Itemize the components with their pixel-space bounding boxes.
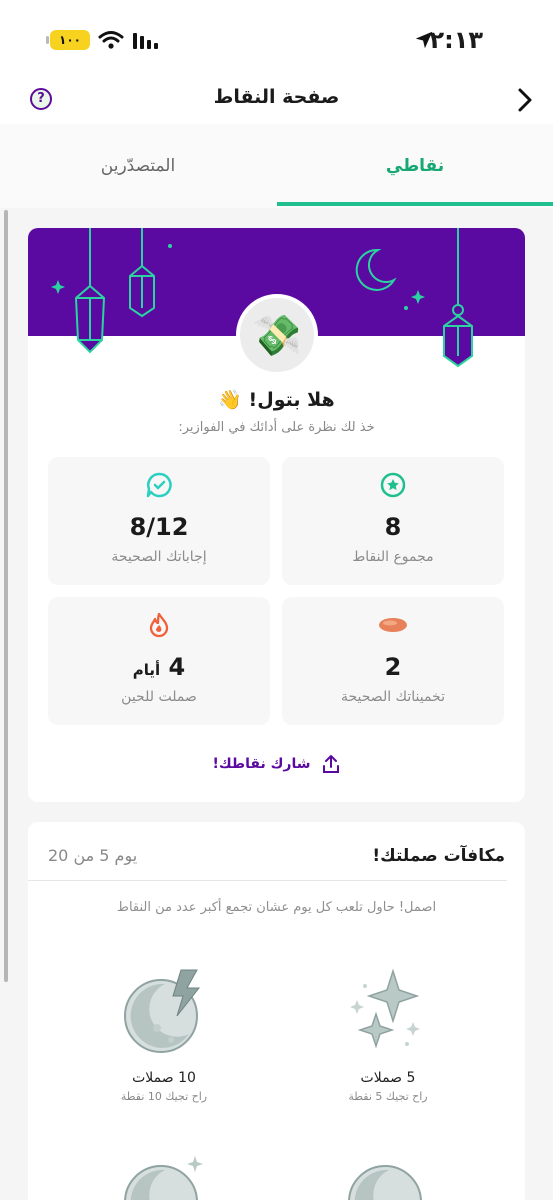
scrollbar[interactable]	[4, 210, 8, 982]
tab-leaderboard[interactable]: المتصدّرين	[0, 124, 276, 208]
stat-streak: 4 أيام صملت للحين	[48, 597, 270, 725]
day-progress: يوم 5 من 20	[48, 846, 138, 865]
greeting-text: هلا بتول! 👋	[218, 389, 335, 411]
sparkles-icon	[350, 968, 420, 1049]
top-navbar: صفحة النقاط ?	[0, 78, 553, 124]
points-summary-card: 💸 هلا بتول! 👋 خذ لك نظرة على أدائك في ال…	[28, 228, 525, 802]
reward-item: 5 صملات راح تجيك 5 نقطة	[303, 966, 473, 1103]
stat-label: مجموع النقاط	[352, 549, 434, 565]
stat-value: 8	[384, 513, 402, 541]
battery-indicator: ١٠٠	[46, 30, 90, 50]
stat-value-number: 4	[168, 653, 186, 681]
share-label: شارك نقاطك!	[212, 756, 311, 772]
moon-sparkle-icon	[124, 1156, 203, 1200]
greeting-subtitle: خذ لك نظرة على أدائك في الفوازير:	[178, 420, 375, 435]
reward-desc: راح تجيك 10 نقطة	[120, 1090, 208, 1103]
wifi-icon	[98, 31, 124, 49]
stat-label: إجاباتك الصحيحة	[111, 549, 207, 565]
cellular-signal-icon	[133, 33, 158, 49]
star-badge-icon	[380, 472, 406, 498]
page-title: صفحة النقاط	[213, 86, 340, 108]
help-question-icon[interactable]: ?	[30, 88, 52, 110]
reward-item	[79, 1152, 249, 1200]
stat-value: 4 أيام	[48, 653, 270, 681]
stat-value-unit: أيام	[132, 661, 161, 679]
chat-check-icon	[146, 472, 172, 498]
share-upload-icon	[322, 755, 339, 773]
rewards-hint: اصمل! حاول تلعب كل يوم عشان تجمع أكبر عد…	[116, 900, 437, 915]
streak-rewards-card: مكافآت صملتك! يوم 5 من 20 اصمل! حاول تلع…	[28, 822, 525, 1200]
stat-value: 8/12	[129, 513, 189, 541]
share-points-link[interactable]: شارك نقاطك!	[28, 754, 525, 778]
moon-castle-icon	[348, 1165, 422, 1200]
stat-value: 2	[384, 653, 402, 681]
stat-label: تخميناتك الصحيحة	[341, 689, 445, 705]
divider	[28, 880, 507, 881]
reward-item: 10 صملات راح تجيك 10 نقطة	[79, 966, 249, 1103]
rewards-title: مكافآت صملتك!	[372, 846, 505, 866]
reward-item	[303, 1152, 473, 1200]
date-fruit-icon	[379, 618, 407, 632]
reward-name: 10 صملات	[132, 1070, 196, 1086]
stat-correct-answers: 8/12 إجاباتك الصحيحة	[48, 457, 270, 585]
location-arrow-icon	[415, 31, 433, 49]
reward-desc: راح تجيك 5 نقطة	[348, 1090, 428, 1103]
status-time: ٢:١٣	[429, 26, 483, 54]
stat-label: صملت للحين	[121, 689, 197, 705]
tab-bar: نقاطي المتصدّرين	[0, 124, 553, 208]
reward-name: 5 صملات	[360, 1070, 416, 1086]
points-screen: ٢:١٣ ١٠٠ صفحة النقاط ? نقاطي المتصدّرين	[0, 0, 553, 1200]
flame-icon	[149, 612, 169, 638]
stat-total-points: 8 مجموع النقاط	[282, 457, 504, 585]
stat-correct-guesses: 2 تخميناتك الصحيحة	[282, 597, 504, 725]
status-bar: ٢:١٣ ١٠٠	[0, 0, 553, 78]
tab-my-points[interactable]: نقاطي	[277, 124, 553, 208]
avatar: 💸	[236, 294, 318, 376]
moon-lightning-icon	[124, 969, 201, 1053]
